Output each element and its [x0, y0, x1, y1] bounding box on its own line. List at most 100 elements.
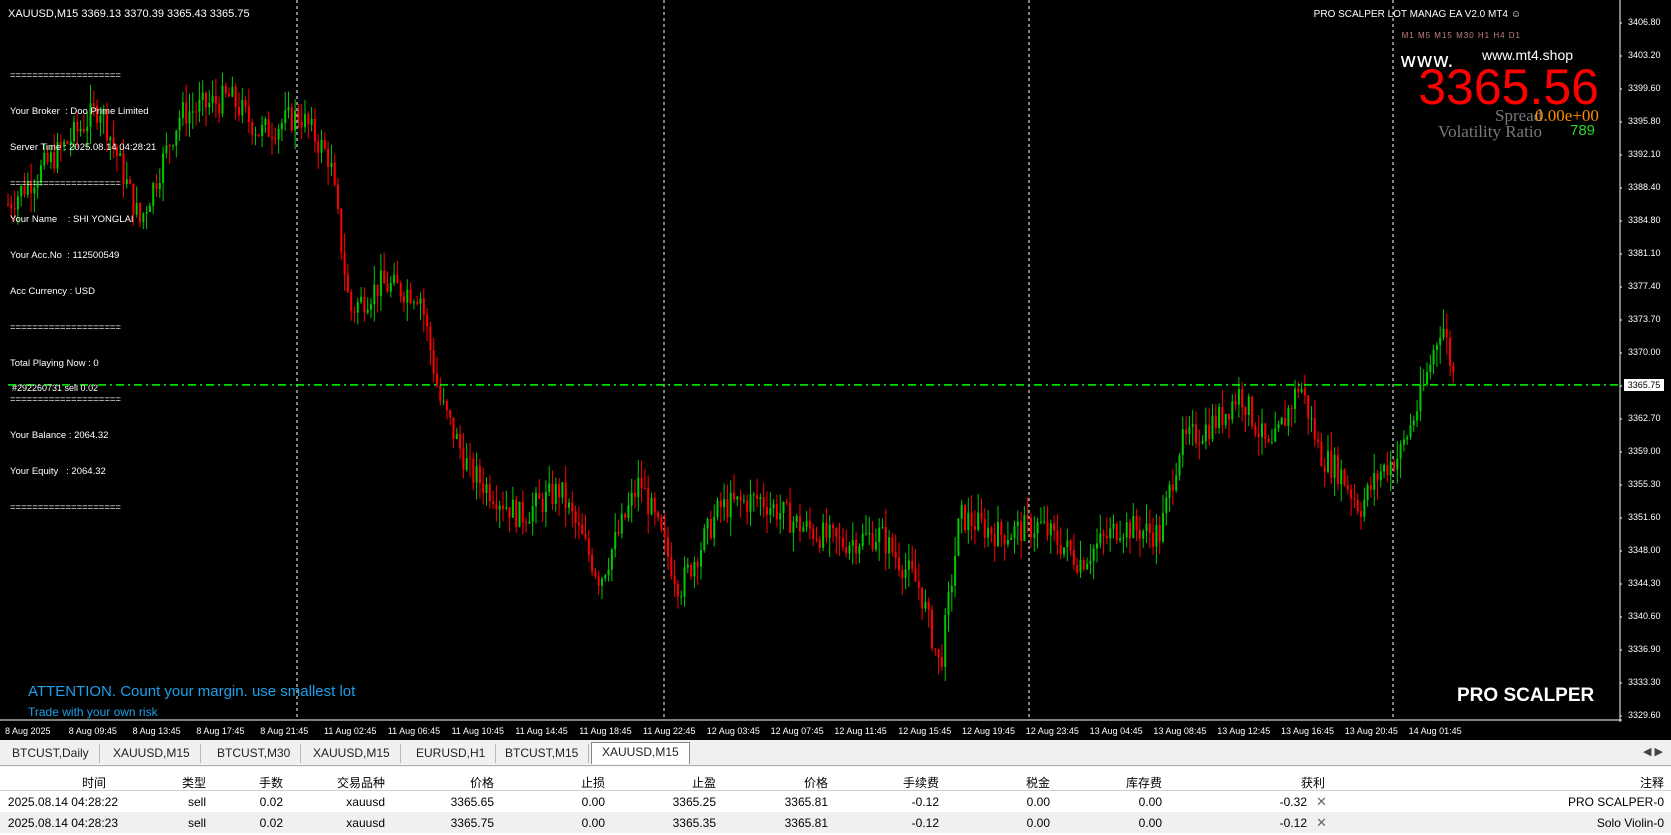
tab-btcust-m30[interactable]: BTCUST,M30 [207, 744, 302, 763]
candle-body [591, 554, 594, 572]
candle-body [1300, 388, 1303, 393]
candle-body [284, 110, 287, 124]
price-axis-label: 3333.30 [1628, 677, 1661, 687]
candle-body [950, 585, 953, 593]
candle-body [1198, 443, 1201, 445]
candle-body [426, 314, 429, 327]
candle-body [561, 482, 564, 498]
col-price[interactable]: 价格 [470, 774, 494, 791]
col-comment[interactable]: 注释 [1640, 774, 1664, 791]
col-lots[interactable]: 手数 [259, 774, 283, 791]
candle-body [1152, 532, 1155, 547]
candle-body [455, 434, 458, 439]
candle-body [1013, 526, 1016, 538]
candle-body [667, 537, 669, 557]
candlestick-chart[interactable] [0, 0, 1622, 722]
price-axis[interactable]: 3406.80 3403.20 3399.60 3395.80 3392.10 3388.… [1622, 0, 1671, 720]
candle-body [627, 505, 630, 518]
col-profit[interactable]: 获利 [1301, 774, 1325, 791]
tab-xauusd-m15[interactable]: XAUUSD,M15 [303, 744, 401, 763]
pro-scalper-logo: PRO SCALPER [1457, 685, 1595, 706]
candle-body [340, 209, 343, 253]
candle-body [1208, 424, 1211, 440]
time-axis-label: 11 Aug 18:45 [579, 726, 632, 736]
candle-body [353, 311, 356, 313]
candle-body [1426, 372, 1428, 385]
candle-body [808, 520, 811, 529]
time-axis-label: 8 Aug 13:45 [132, 726, 181, 736]
candle-body [1175, 475, 1178, 491]
tab-btcust-daily[interactable]: BTCUST,Daily [2, 744, 100, 763]
candle-body [383, 270, 386, 284]
candle-body [604, 575, 607, 579]
col-taxes[interactable]: 税金 [1026, 774, 1050, 791]
col-commission[interactable]: 手续费 [903, 774, 939, 791]
table-row[interactable]: 2025.08.14 04:28:23 sell 0.02 xauusd 336… [0, 812, 1671, 833]
candle-body [1023, 515, 1026, 541]
candle-body [571, 502, 574, 512]
candle-body [538, 492, 541, 499]
close-position-icon[interactable]: ✕ [1316, 815, 1327, 831]
candle-body [1000, 521, 1003, 536]
table-row[interactable]: 2025.08.14 04:28:22 sell 0.02 xauusd 336… [0, 791, 1671, 812]
candle-body [1363, 499, 1366, 517]
info-line: ==================== [10, 178, 121, 189]
candle-body [439, 385, 442, 402]
candle-body [482, 483, 485, 494]
candle-body [261, 124, 264, 137]
candle-body [726, 499, 729, 518]
col-time[interactable]: 时间 [82, 774, 106, 791]
tab-eurusd-h1[interactable]: EURUSD,H1 [406, 744, 497, 763]
tab-xauusd-m15[interactable]: XAUUSD,M15 [103, 744, 201, 763]
col-swap[interactable]: 库存费 [1126, 774, 1162, 791]
time-axis-label: 13 Aug 04:45 [1089, 726, 1143, 736]
candle-body [1442, 328, 1445, 338]
candle-body [528, 521, 531, 524]
cell-taxes: 0.00 [1026, 816, 1050, 830]
time-axis[interactable]: 8 Aug 2025 8 Aug 09:45 8 Aug 13:45 8 Aug 17… [0, 723, 1622, 739]
candle-body [657, 512, 660, 518]
candle-body [1274, 428, 1277, 442]
col-type[interactable]: 类型 [182, 774, 206, 791]
candle-body [478, 466, 481, 484]
candle-body [1336, 454, 1339, 485]
candle-body [403, 296, 405, 303]
candle-body [488, 484, 491, 502]
cell-type: sell [187, 795, 206, 809]
candle-body [360, 296, 363, 303]
candle-body [1369, 485, 1372, 490]
candle-body [399, 283, 402, 297]
time-axis-label: 11 Aug 06:45 [387, 726, 441, 736]
chart-title: XAUUSD,M15 3369.13 3370.39 3365.43 3365.… [8, 8, 250, 20]
tab-scroll-arrows[interactable]: ◀ ▶ [1643, 745, 1663, 758]
close-position-icon[interactable]: ✕ [1316, 794, 1327, 810]
candle-body [1277, 424, 1280, 429]
col-current-price[interactable]: 价格 [804, 774, 828, 791]
col-tp[interactable]: 止盈 [692, 774, 716, 791]
tab-xauusd-m15-active[interactable]: XAUUSD,M15 [591, 742, 690, 764]
candle-body [389, 283, 392, 292]
candle-body [927, 601, 930, 610]
candle-body [554, 484, 557, 505]
candle-body [752, 494, 755, 496]
candle-body [396, 274, 399, 284]
candle-body [690, 564, 693, 577]
col-sl[interactable]: 止损 [581, 774, 605, 791]
candle-body [855, 540, 858, 554]
tab-btcust-m15[interactable]: BTCUST,M15 [495, 744, 590, 763]
candle-body [218, 103, 221, 114]
candle-body [1445, 328, 1448, 338]
price-axis-label: 3336.90 [1628, 644, 1661, 654]
chart-window[interactable]: XAUUSD,M15 3369.13 3370.39 3365.43 3365.… [0, 0, 1671, 740]
candle-body [1234, 401, 1237, 405]
candle-body [459, 434, 462, 449]
candle-body [921, 587, 924, 609]
candle-body [445, 401, 448, 411]
col-symbol[interactable]: 交易品种 [337, 774, 385, 791]
candle-body [993, 534, 996, 546]
candle-body [208, 102, 211, 108]
candle-body [162, 153, 165, 184]
candle-body [1452, 365, 1455, 373]
cell-profit: -0.12 [1279, 816, 1307, 830]
candle-body [1330, 450, 1333, 478]
